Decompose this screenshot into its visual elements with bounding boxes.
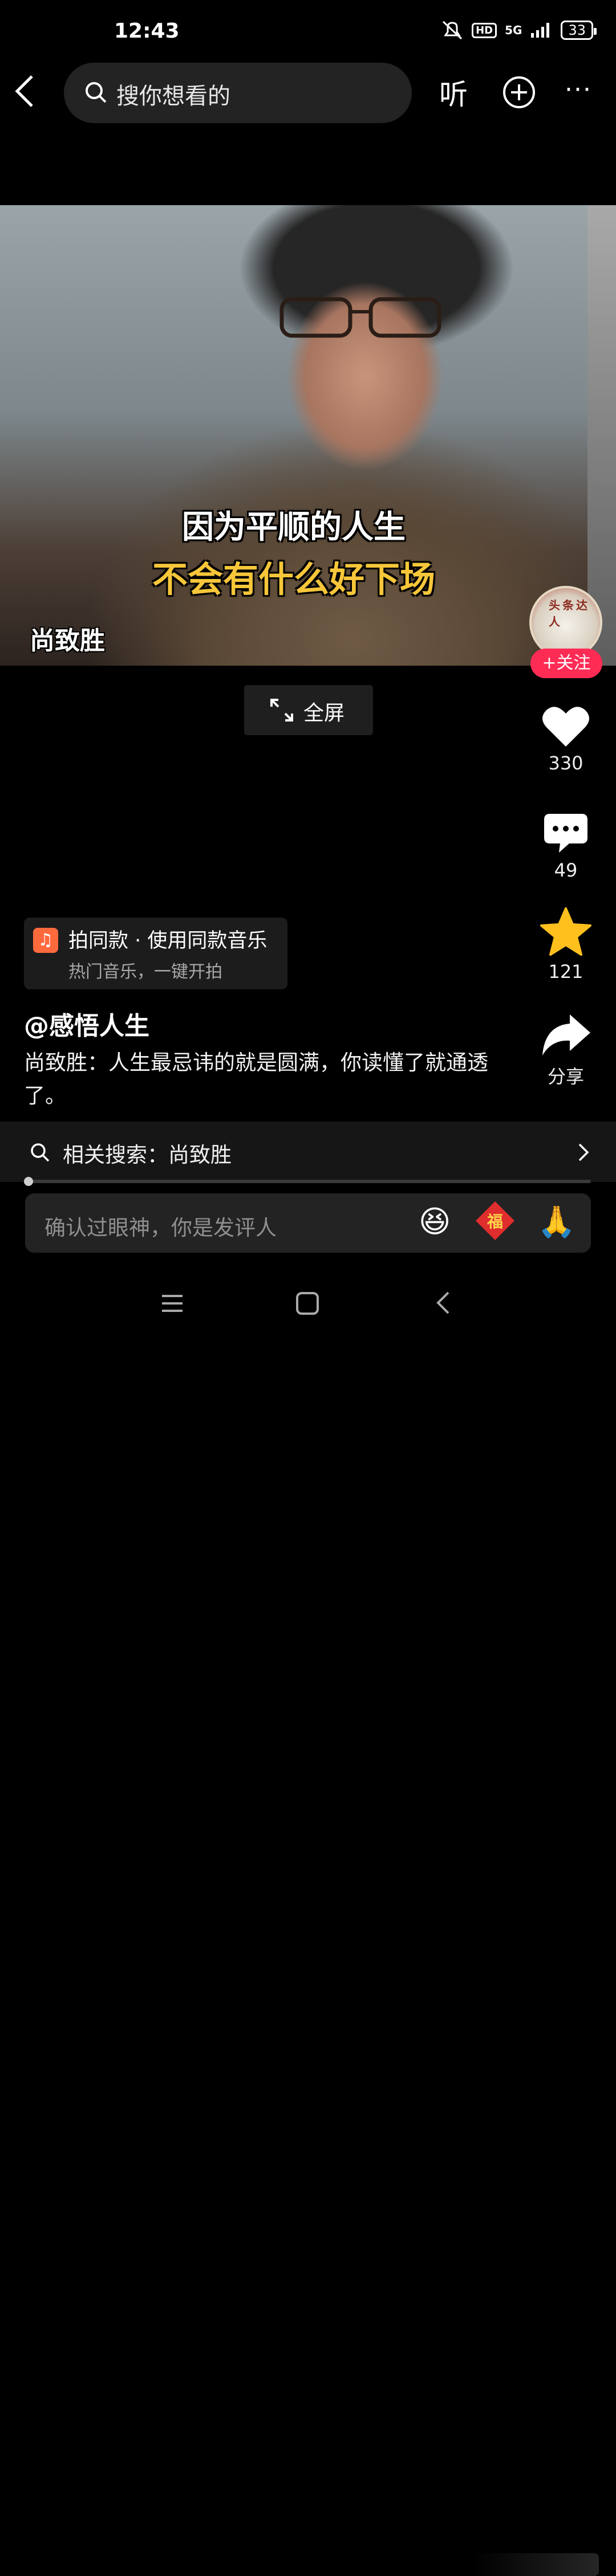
author-avatar[interactable]: 头条达人 (529, 586, 602, 659)
fullscreen-label: 全屏 (303, 702, 345, 725)
chevron-right-icon (578, 1143, 589, 1161)
use-same-music-card[interactable]: ♫ 拍同款 · 使用同款音乐 热门音乐，一键开拍 (24, 918, 287, 989)
share-arrow-icon (542, 1014, 590, 1055)
battery-indicator: 33 (561, 21, 597, 40)
music-card-title: 拍同款 · 使用同款音乐 (68, 930, 268, 952)
status-time: 12:43 (114, 19, 180, 43)
like-button[interactable]: 330 (530, 704, 601, 774)
expand-icon (270, 699, 293, 722)
fu-emoji-label: 福 (487, 1212, 503, 1231)
avatar-stamp: 头条达人 (549, 598, 590, 629)
comment-bubble-icon (544, 814, 587, 853)
hd-badge: HD (472, 22, 497, 38)
home-icon[interactable] (295, 1291, 319, 1315)
heart-icon (542, 707, 589, 747)
video-speaker-name: 尚致胜 (30, 626, 105, 655)
video-subtitle-line2: 不会有什么好下场 (152, 559, 435, 600)
video-scene-glasses (279, 297, 441, 338)
comment-input[interactable]: 确认过眼神，你是发评人 😆 福 🙏 (25, 1193, 591, 1253)
share-label: 分享 (547, 1066, 584, 1087)
laugh-emoji-button[interactable]: 😆 (419, 1204, 451, 1240)
nav-back-icon[interactable] (435, 1290, 451, 1315)
like-count: 330 (548, 752, 583, 774)
comment-button[interactable]: 49 (530, 812, 601, 881)
related-search-label: 相关搜索：尚致胜 (63, 1143, 232, 1167)
pray-emoji-button[interactable]: 🙏 (537, 1204, 576, 1240)
video-caption: 尚致胜：人生最忌讳的就是圆满，你读懂了就通透了。 (24, 1050, 488, 1108)
system-nav-bar (0, 1265, 616, 2576)
search-icon (31, 1143, 50, 1162)
video-player[interactable]: 因为平顺的人生 不会有什么好下场 尚致胜 (0, 205, 587, 666)
search-icon (86, 82, 107, 103)
music-note-icon: ♫ (33, 928, 58, 953)
recent-apps-icon[interactable] (161, 1294, 184, 1313)
star-icon (540, 907, 591, 956)
status-icons: HD 5G 33 (441, 21, 597, 40)
plus-circle-icon (503, 76, 535, 108)
author-handle[interactable]: @感悟人生 (24, 1005, 149, 1042)
signal-icon (531, 23, 550, 38)
search-input[interactable]: 搜你想看的 (64, 63, 412, 123)
more-button[interactable]: ··· (565, 75, 592, 104)
video-progress-thumb[interactable] (24, 1177, 33, 1186)
add-button[interactable] (502, 75, 536, 112)
video-subtitle-line1: 因为平顺的人生 (182, 509, 406, 546)
status-bar: 12:43 HD 5G 33 (0, 0, 616, 63)
favorite-count: 121 (548, 961, 583, 983)
watermark (473, 2553, 599, 2576)
network-label: 5G (505, 23, 522, 37)
listen-button[interactable]: 听 (439, 72, 468, 113)
favorite-button[interactable]: 121 (530, 907, 601, 983)
mute-icon (443, 21, 463, 40)
search-placeholder: 搜你想看的 (116, 83, 230, 109)
share-button[interactable]: 分享 (530, 1012, 601, 1089)
related-search-bar[interactable]: 相关搜索：尚致胜 (0, 1122, 616, 1182)
comment-count: 49 (554, 859, 578, 881)
back-button[interactable] (13, 74, 47, 114)
comment-placeholder: 确认过眼神，你是发评人 (44, 1216, 277, 1240)
music-card-subtitle: 热门音乐，一键开拍 (68, 962, 222, 982)
follow-button[interactable]: +关注 (530, 649, 602, 678)
fullscreen-button[interactable]: 全屏 (244, 685, 373, 735)
video-progress-bar[interactable] (26, 1180, 591, 1183)
chevron-left-icon (15, 75, 33, 107)
